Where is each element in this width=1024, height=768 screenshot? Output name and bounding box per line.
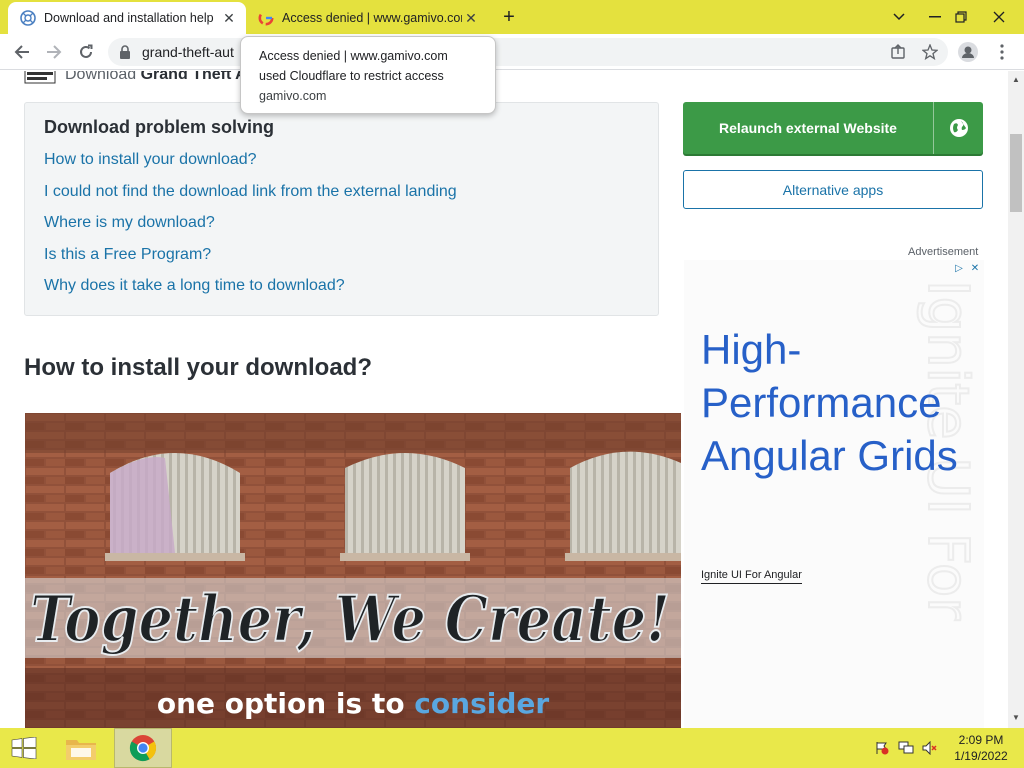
profile-avatar-icon[interactable] — [958, 42, 978, 62]
link-how-to-install[interactable]: How to install your download? — [44, 151, 257, 169]
bookmark-star-icon[interactable] — [920, 42, 940, 62]
link-long-download-time[interactable]: Why does it take a long time to download… — [44, 277, 345, 295]
windows-taskbar: 2:09 PM 1/19/2022 — [0, 728, 1024, 768]
adchoices-icon[interactable]: ▷ — [952, 261, 966, 275]
wall-graffiti-text: Together, We Create! — [30, 582, 670, 657]
browser-toolbar: grand-theft-aut — [0, 34, 1024, 70]
menu-kebab-icon[interactable] — [992, 42, 1012, 62]
scroll-down-arrow-icon[interactable]: ▼ — [1012, 713, 1020, 722]
ad-choices[interactable]: ▷ ✕ — [952, 261, 982, 275]
advertisement-banner[interactable]: Ignite UI For ▷ ✕ High-Performance Angul… — [684, 260, 984, 728]
tab-title: Access denied | www.gamivo.com — [282, 11, 462, 25]
back-arrow-icon[interactable] — [10, 40, 34, 64]
reload-icon[interactable] — [74, 40, 98, 64]
volume-muted-icon[interactable] — [920, 728, 940, 768]
forward-arrow-icon[interactable] — [42, 40, 66, 64]
chrome-taskbar-icon[interactable] — [114, 728, 172, 768]
help-icon — [20, 10, 36, 26]
relaunch-website-button[interactable]: Relaunch external Website — [683, 102, 983, 154]
ad-close-icon[interactable]: ✕ — [968, 261, 982, 275]
system-clock[interactable]: 2:09 PM 1/19/2022 — [950, 732, 1012, 764]
tab-strip: Download and installation help ✕ Access … — [0, 0, 1024, 34]
url-text: grand-theft-aut — [142, 44, 234, 60]
start-button[interactable] — [0, 728, 48, 768]
tab-search-chevron-icon[interactable] — [882, 0, 916, 34]
scroll-up-arrow-icon[interactable]: ▲ — [1012, 75, 1020, 84]
tab-download-help[interactable]: Download and installation help ✕ — [8, 2, 246, 34]
action-center-flag-icon[interactable] — [872, 728, 892, 768]
new-tab-button[interactable]: + — [498, 6, 520, 28]
advertisement-label: Advertisement — [908, 246, 979, 258]
game-logo-icon — [24, 71, 56, 85]
tab-close-icon[interactable]: ✕ — [220, 9, 238, 27]
share-icon[interactable] — [888, 42, 908, 62]
page-content: Download Grand Theft A Download problem … — [0, 71, 1008, 728]
ad-brand-link[interactable]: Ignite UI For Angular — [701, 569, 802, 584]
alternative-apps-button[interactable]: Alternative apps — [683, 170, 983, 209]
problem-solving-box: Download problem solving How to install … — [24, 102, 659, 316]
windows-logo-icon — [11, 737, 37, 759]
tab-title: Download and installation help — [44, 11, 214, 25]
relaunch-label: Relaunch external Website — [719, 120, 897, 136]
ad-headline: High-Performance Angular Grids — [701, 326, 958, 479]
install-video-thumbnail[interactable]: Together, We Create! one option is to co… — [25, 413, 681, 728]
problem-box-heading: Download problem solving — [44, 117, 275, 137]
section-heading: How to install your download? — [24, 354, 372, 381]
tab-access-denied[interactable]: Access denied | www.gamivo.com ✕ — [246, 2, 488, 34]
google-g-icon — [258, 10, 274, 26]
lock-icon[interactable] — [119, 45, 131, 64]
network-icon[interactable] — [896, 728, 916, 768]
hover-card-title: Access denied | www.gamivo.com — [259, 49, 448, 63]
brick-wall-image: Together, We Create! — [25, 413, 681, 728]
link-where-is-download[interactable]: Where is my download? — [44, 214, 215, 232]
hover-card-domain: gamivo.com — [259, 89, 327, 103]
hover-card-subtitle: used Cloudflare to restrict access — [259, 69, 444, 83]
file-explorer-icon[interactable] — [57, 728, 105, 768]
tab-close-icon[interactable]: ✕ — [462, 9, 480, 27]
link-free-program[interactable]: Is this a Free Program? — [44, 246, 211, 264]
video-caption: one option is to consider — [156, 687, 550, 720]
globe-icon — [934, 118, 983, 138]
close-icon[interactable] — [982, 0, 1016, 34]
link-download-link-not-found[interactable]: I could not find the download link from … — [44, 183, 457, 201]
address-bar[interactable]: grand-theft-aut — [108, 38, 948, 66]
download-heading: Download Grand Theft A — [65, 71, 247, 83]
tab-hover-card: Access denied | www.gamivo.com used Clou… — [240, 36, 496, 114]
restore-icon[interactable] — [944, 0, 978, 34]
scrollbar-thumb[interactable] — [1010, 134, 1022, 212]
clock-time: 2:09 PM — [958, 733, 1004, 747]
clock-date: 1/19/2022 — [954, 749, 1008, 763]
